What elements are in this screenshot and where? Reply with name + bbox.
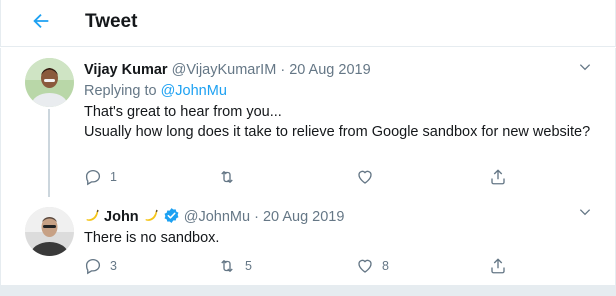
retweet-icon xyxy=(221,260,233,272)
retweet-icon xyxy=(221,171,233,183)
chevron-down-icon xyxy=(579,64,591,71)
reply-count: 3 xyxy=(110,259,117,273)
share-button[interactable] xyxy=(489,168,507,186)
tweet-text: There is no sandbox. xyxy=(84,230,220,246)
tweet-reply[interactable]: John @JohnMu · 20 Aug 2019 There is no s… xyxy=(0,197,616,286)
bottom-divider xyxy=(0,286,616,296)
tweet-date[interactable]: 20 Aug 2019 xyxy=(263,209,344,225)
back-button[interactable] xyxy=(29,9,53,33)
tweet-text-line: That's great to hear from you... xyxy=(84,104,282,120)
author-handle[interactable]: @VijayKumarIM xyxy=(172,62,277,78)
replying-handle-link[interactable]: @JohnMu xyxy=(161,83,227,99)
tweet-text-line: Usually how long does it take to relieve… xyxy=(84,124,591,140)
separator: · xyxy=(254,209,259,225)
tweet-header: John @JohnMu · 20 Aug 2019 xyxy=(84,207,591,227)
like-button[interactable] xyxy=(356,168,382,186)
tweet-header: Vijay Kumar @VijayKumarIM · 20 Aug 2019 xyxy=(84,60,591,80)
comment-icon xyxy=(85,258,101,275)
thread-connector xyxy=(48,109,50,197)
author-handle[interactable]: @JohnMu xyxy=(184,209,250,225)
share-button[interactable] xyxy=(489,257,507,275)
more-options-button[interactable] xyxy=(577,59,593,75)
tweet-date[interactable]: 20 Aug 2019 xyxy=(289,62,370,78)
share-icon xyxy=(491,258,505,274)
reply-button[interactable]: 1 xyxy=(84,168,117,186)
comment-icon xyxy=(85,169,101,186)
tweet-text: That's great to hear from you... Usually… xyxy=(84,102,591,142)
like-count: 8 xyxy=(382,259,389,273)
replying-to: Replying to @JohnMu xyxy=(84,81,591,101)
like-button[interactable]: 8 xyxy=(356,257,389,275)
page-title: Tweet xyxy=(85,11,138,32)
top-bar: Tweet xyxy=(0,0,616,47)
author-name[interactable]: John xyxy=(104,209,139,225)
reply-count: 1 xyxy=(110,170,117,184)
author-name[interactable]: Vijay Kumar xyxy=(84,62,168,78)
tweet-parent[interactable]: Vijay Kumar @VijayKumarIM · 20 Aug 2019 … xyxy=(0,48,616,197)
avatar[interactable] xyxy=(25,58,74,107)
tweet-content: John @JohnMu · 20 Aug 2019 There is no s… xyxy=(84,207,591,248)
arrow-left-icon xyxy=(33,13,49,29)
tweet-actions: 3 5 8 xyxy=(84,257,591,277)
heart-icon xyxy=(358,259,372,273)
retweet-button[interactable] xyxy=(217,168,245,186)
chevron-down-icon xyxy=(579,209,591,216)
separator: · xyxy=(280,62,286,78)
banana-emoji-icon xyxy=(145,209,158,221)
retweet-count: 5 xyxy=(245,259,252,273)
more-options-button[interactable] xyxy=(577,204,593,220)
tweet-content: Vijay Kumar @VijayKumarIM · 20 Aug 2019 … xyxy=(84,60,591,142)
tweet-actions: 1 xyxy=(84,168,591,188)
verified-badge-icon xyxy=(164,208,179,223)
retweet-button[interactable]: 5 xyxy=(217,257,252,275)
banana-emoji-icon xyxy=(86,209,99,221)
heart-icon xyxy=(358,170,372,184)
reply-button[interactable]: 3 xyxy=(84,257,117,275)
avatar[interactable] xyxy=(25,207,74,256)
replying-prefix: Replying to xyxy=(84,83,157,99)
share-icon xyxy=(491,169,505,185)
